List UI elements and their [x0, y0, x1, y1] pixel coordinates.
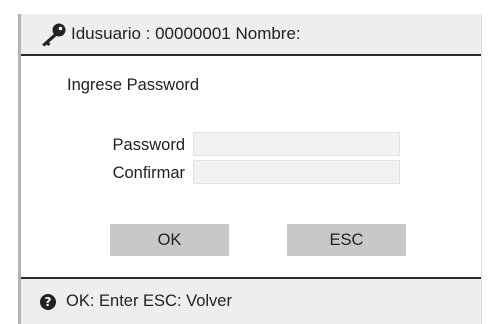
- help-icon: ?: [40, 294, 56, 310]
- password-label: Password: [112, 136, 185, 154]
- password-dialog: Idusuario : 00000001 Nombre: Ingrese Pas…: [18, 14, 482, 324]
- esc-button[interactable]: ESC: [287, 224, 406, 256]
- footer-hint-text: OK: Enter ESC: Volver: [66, 292, 232, 310]
- key-icon: [42, 23, 66, 47]
- ok-button[interactable]: OK: [110, 224, 229, 256]
- confirm-label: Confirmar: [112, 164, 185, 182]
- prompt-text: Ingrese Password: [67, 76, 200, 94]
- password-input[interactable]: [193, 132, 400, 156]
- confirm-password-input[interactable]: [193, 160, 400, 184]
- user-info-text: Idusuario : 00000001 Nombre:: [71, 24, 301, 43]
- dialog-header: Idusuario : 00000001 Nombre:: [21, 14, 481, 56]
- dialog-footer: ? OK: Enter ESC: Volver: [21, 277, 481, 324]
